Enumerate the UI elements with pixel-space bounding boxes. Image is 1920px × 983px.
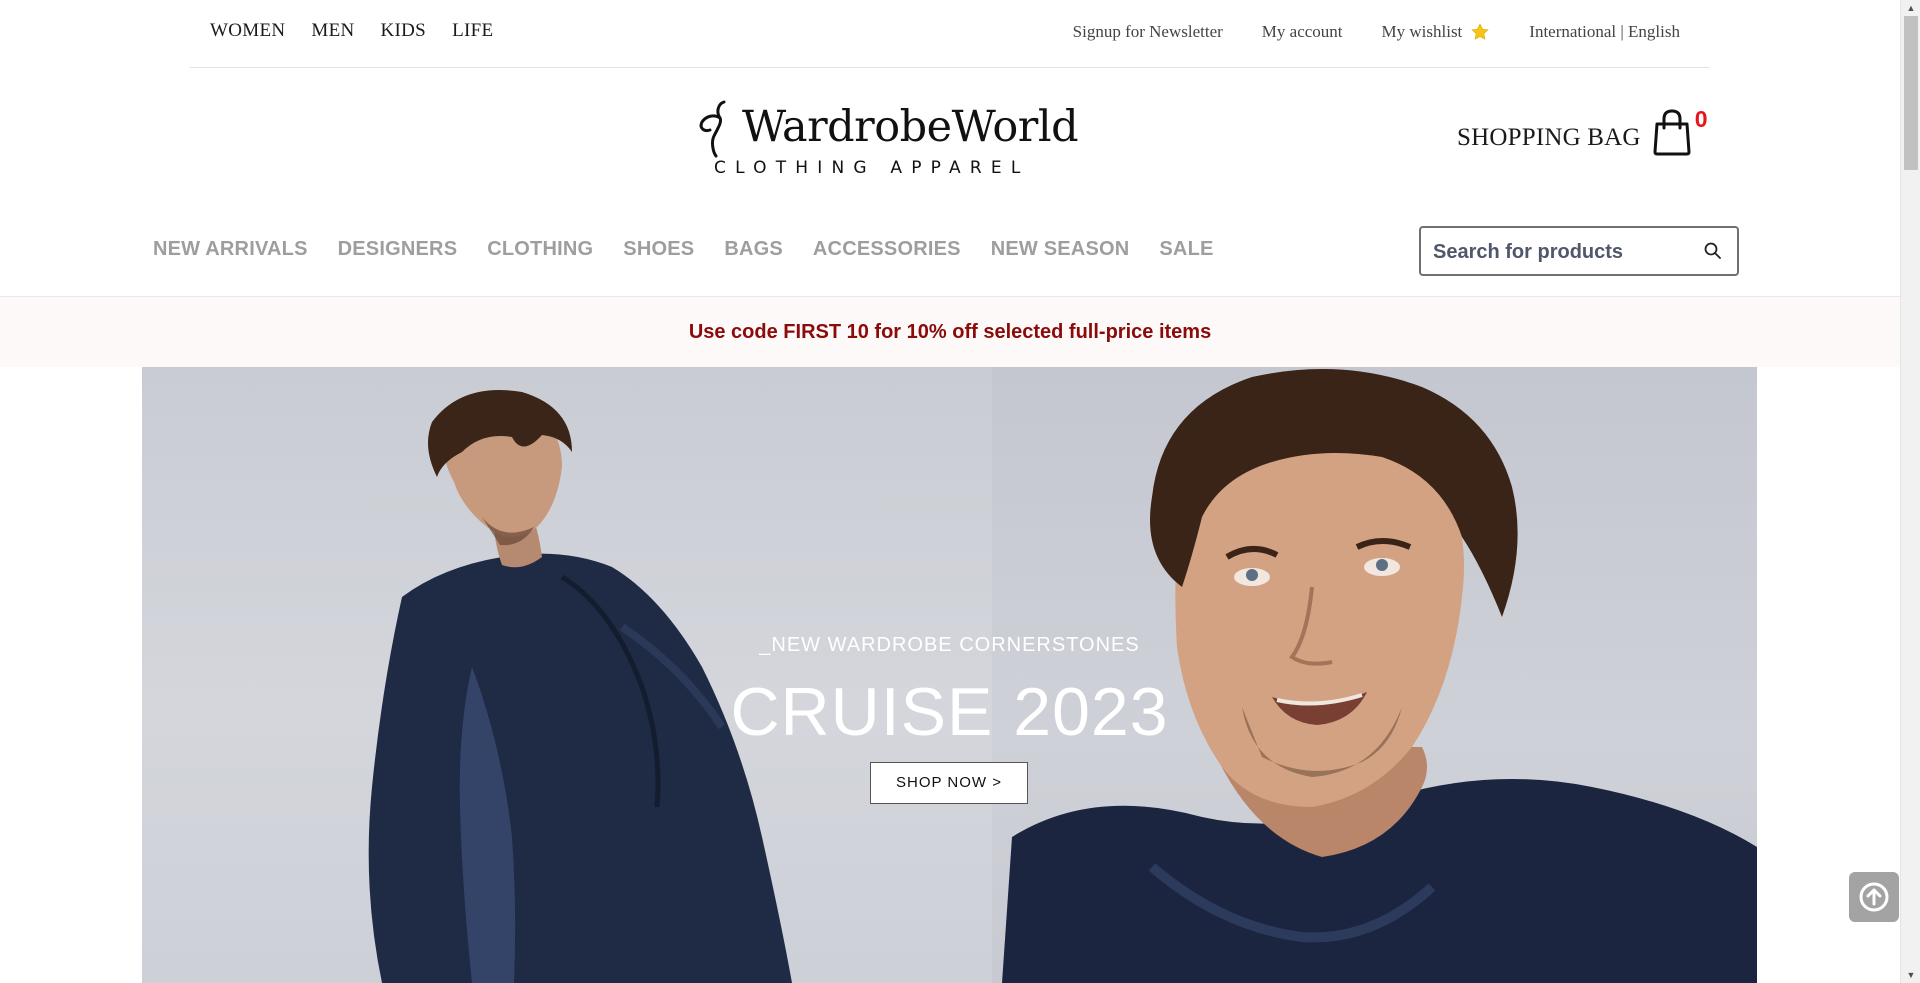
newsletter-link[interactable]: Signup for Newsletter: [1073, 22, 1223, 42]
logo-name: WardrobeWorld: [742, 102, 1079, 152]
hero-banner: _NEW WARDROBE CORNERSTONES CRUISE 2023 S…: [142, 367, 1757, 983]
category-designers[interactable]: DESIGNERS: [338, 238, 458, 261]
category-bags[interactable]: BAGS: [724, 238, 783, 261]
shopping-bag-label: SHOPPING BAG: [1457, 124, 1641, 151]
promo-banner: Use code FIRST 10 for 10% off selected f…: [0, 296, 1900, 367]
shop-now-button[interactable]: SHOP NOW >: [870, 762, 1028, 804]
utility-bar: WOMEN MEN KIDS LIFE Signup for Newslette…: [190, 0, 1710, 68]
nav-women-link[interactable]: WOMEN: [210, 20, 285, 42]
arrow-up-circle-icon: [1859, 882, 1889, 912]
site-logo[interactable]: WardrobeWorld CLOTHING APPAREL: [690, 96, 1079, 186]
search-icon[interactable]: [1703, 241, 1723, 261]
page-scrollbar[interactable]: ▲ ▼: [1900, 0, 1920, 983]
category-clothing[interactable]: CLOTHING: [487, 238, 593, 261]
locale-link[interactable]: International | English: [1529, 22, 1680, 42]
nav-kids-link[interactable]: KIDS: [381, 20, 427, 42]
logo-tagline: CLOTHING APPAREL: [714, 158, 1030, 178]
category-new-arrivals[interactable]: NEW ARRIVALS: [153, 238, 308, 261]
category-accessories[interactable]: ACCESSORIES: [813, 238, 961, 261]
gender-nav: WOMEN MEN KIDS LIFE: [210, 20, 493, 42]
account-link[interactable]: My account: [1262, 22, 1343, 42]
hero-title: CRUISE 2023: [730, 674, 1169, 750]
category-sale[interactable]: SALE: [1159, 238, 1213, 261]
category-shoes[interactable]: SHOES: [623, 238, 694, 261]
scroll-thumb[interactable]: [1904, 16, 1918, 170]
promo-text: Use code FIRST 10 for 10% off selected f…: [688, 321, 1212, 343]
wishlist-label: My wishlist: [1381, 22, 1463, 41]
search-input[interactable]: [1433, 239, 1683, 265]
scroll-up-arrow-icon[interactable]: ▲: [1901, 0, 1920, 16]
scroll-down-arrow-icon[interactable]: ▼: [1901, 967, 1920, 983]
hanger-logo-icon: [699, 100, 726, 158]
category-nav: NEW ARRIVALS DESIGNERS CLOTHING SHOES BA…: [153, 238, 1214, 261]
nav-life-link[interactable]: LIFE: [452, 20, 493, 42]
nav-men-link[interactable]: MEN: [311, 20, 354, 42]
wishlist-link[interactable]: My wishlist: [1382, 22, 1491, 42]
star-icon: [1471, 23, 1489, 40]
utility-links: Signup for Newsletter My account My wish…: [1073, 22, 1680, 42]
search-box: [1419, 226, 1739, 276]
shopping-bag-button[interactable]: SHOPPING BAG 0: [1457, 106, 1708, 156]
hero-kicker: _NEW WARDROBE CORNERSTONES: [759, 634, 1140, 656]
bag-count-badge: 0: [1694, 106, 1708, 132]
category-new-season[interactable]: NEW SEASON: [991, 238, 1130, 261]
shopping-bag-icon: [1653, 109, 1691, 156]
back-to-top-button[interactable]: [1849, 872, 1899, 922]
